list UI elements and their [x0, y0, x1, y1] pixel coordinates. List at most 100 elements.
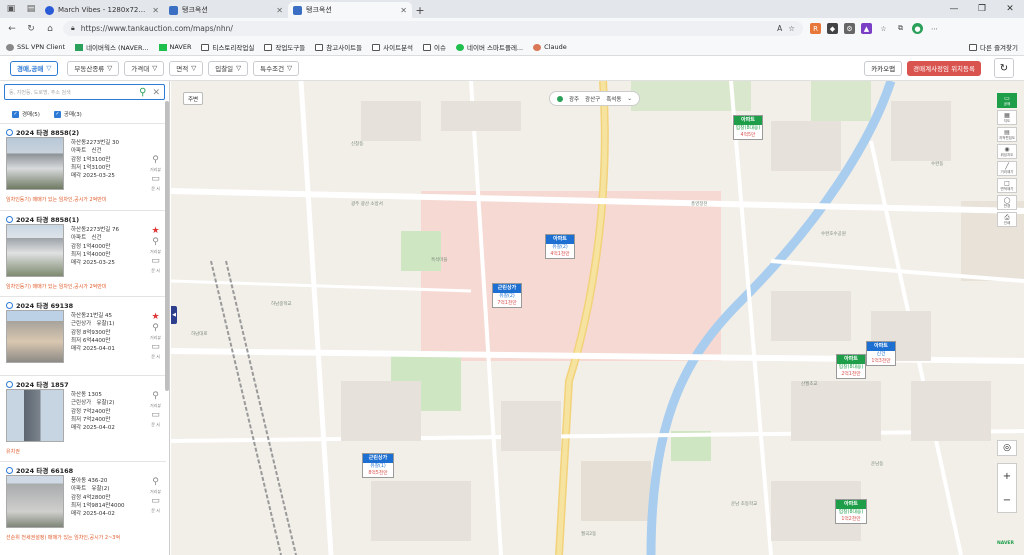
- extension-icon[interactable]: R: [810, 23, 821, 34]
- favorite-star-icon[interactable]: ★: [151, 313, 159, 322]
- listing-photo[interactable]: [6, 310, 64, 363]
- read-aloud-icon[interactable]: A: [777, 24, 782, 33]
- back-icon[interactable]: ←: [6, 23, 18, 35]
- listing-photo[interactable]: [6, 475, 64, 528]
- filter-special[interactable]: 특수조건 ▽: [253, 60, 300, 76]
- extension-icon[interactable]: ◆: [827, 23, 838, 34]
- location-breadcrumb[interactable]: 광주 광산구 흑석동 ⌄: [549, 91, 640, 106]
- map-marker[interactable]: 근린상가 유찰(2) 7억1천만: [492, 283, 522, 308]
- other-bookmarks[interactable]: 다른 즐겨찾기: [969, 42, 1018, 52]
- distance-tool[interactable]: ╱ 거리재기: [997, 161, 1017, 176]
- map-label: 운남동: [871, 462, 884, 467]
- filter-property-type[interactable]: 부동산종류 ▽: [67, 60, 120, 76]
- bookmark-item[interactable]: 네이버 스마트플레...: [456, 42, 523, 52]
- kakao-map-button[interactable]: 카카오맵: [864, 60, 903, 76]
- extension-icon[interactable]: ⚙: [844, 23, 855, 34]
- road: [171, 429, 1024, 443]
- map-canvas[interactable]: 광주 광산 소방서 흑석마을 운남 초등학교 산월초교 수완호수공원 풍영정천 …: [171, 81, 1024, 555]
- bookmark-folder[interactable]: 참고사이트들: [315, 42, 362, 52]
- listing-photo[interactable]: [6, 137, 64, 190]
- bookmark-folder[interactable]: 이슈: [423, 42, 446, 52]
- listing-item[interactable]: 2024 타경 8858(1) 하산동2273번길 76 아파트 신건 감정 1…: [0, 210, 166, 296]
- tab-actions-icon[interactable]: ▣: [4, 2, 18, 16]
- bookmark-folder[interactable]: 티스토리작업실: [201, 42, 254, 52]
- listing-sidebar: 동, 지번등, 도로명, 주소 검색 ⚲ ✕ ✓ 경매(5) ✓ 공매(3) 2024…: [0, 81, 170, 555]
- map-marker[interactable]: 아파트 유찰(2) 4억1천만: [545, 234, 575, 259]
- favorites-icon[interactable]: ☆: [878, 23, 889, 34]
- sidebar-scrollbar[interactable]: [165, 101, 169, 391]
- listing-item[interactable]: 2024 타경 8858(2) 하산동2273번길 30 아파트 신건 감정 1…: [0, 123, 166, 210]
- home-icon[interactable]: ⌂: [44, 23, 56, 35]
- street-view-icon[interactable]: ⚲: [152, 156, 159, 165]
- search-icon[interactable]: ⚲: [139, 87, 146, 98]
- filter-area[interactable]: 면적 ▽: [169, 60, 204, 76]
- close-window-icon[interactable]: ✕: [996, 4, 1024, 14]
- map-marker[interactable]: 아파트 입찰(8대응) 1억2천만: [835, 499, 867, 524]
- zoom-out-icon[interactable]: −: [1003, 495, 1011, 506]
- tab-close-icon[interactable]: ✕: [152, 6, 159, 15]
- document-icon[interactable]: ▭: [151, 343, 160, 352]
- street-view-icon[interactable]: ⚲: [152, 478, 159, 487]
- radius-tool[interactable]: ◯ 반경: [997, 195, 1017, 210]
- satellite-tool[interactable]: ◉ 위성지도: [997, 144, 1017, 159]
- url-field[interactable]: 🔒︎ https://www.tankauction.com/maps/nhn/…: [63, 21, 803, 36]
- filter-bid-date[interactable]: 입찰일 ▽: [208, 60, 249, 76]
- listing-photo[interactable]: [6, 224, 64, 277]
- street-view-icon[interactable]: ⚲: [152, 238, 159, 247]
- area-tool[interactable]: □ 면적재기: [997, 178, 1017, 193]
- zoom-in-icon[interactable]: +: [1003, 471, 1011, 482]
- vertical-tabs-icon[interactable]: ▤: [24, 2, 38, 16]
- tab-close-icon[interactable]: ✕: [276, 6, 283, 15]
- listing-item[interactable]: 2024 타경 66168 풍아동 436-20 아파트 유찰(2) 감정 4억…: [0, 461, 166, 555]
- listing-item[interactable]: 2024 타경 69138 하산동21번길 45 근린상가 유찰(1) 감정 8…: [0, 296, 166, 382]
- bookmark-folder[interactable]: 작업도구들: [264, 42, 305, 52]
- region-button[interactable]: 주변: [183, 92, 203, 105]
- map-marker[interactable]: 아파트 입찰(8대응) 4억5만: [733, 115, 763, 140]
- maximize-icon[interactable]: ❐: [968, 4, 996, 14]
- map-marker[interactable]: 아파트 입찰(8대응) 2억1천만: [836, 354, 866, 379]
- bookmark-item[interactable]: SSL VPN Client: [6, 43, 65, 51]
- profile-icon[interactable]: ●: [912, 23, 923, 34]
- collections-icon[interactable]: ⧉: [895, 23, 906, 34]
- minimize-icon[interactable]: —: [940, 4, 968, 14]
- document-icon[interactable]: ▭: [151, 175, 160, 184]
- filter-auction-type[interactable]: 경매,공매 ▽: [10, 60, 59, 76]
- map-label: 하남중학교: [271, 302, 292, 307]
- document-icon[interactable]: ▭: [151, 497, 160, 506]
- tab-close-icon[interactable]: ✕: [400, 6, 407, 15]
- public-sale-tool[interactable]: ▭ 공매: [997, 93, 1017, 108]
- cadastral-tool[interactable]: ▤ 지적편집도: [997, 127, 1017, 142]
- browser-tab[interactable]: 탱크옥션 ✕: [164, 2, 288, 18]
- browser-tab[interactable]: March Vibes - 1280x720 px - Co ✕: [40, 2, 164, 18]
- bookmark-item[interactable]: NAVER: [158, 43, 191, 51]
- street-view-icon[interactable]: ⚲: [152, 324, 159, 333]
- my-location-icon[interactable]: ◎: [997, 440, 1017, 456]
- search-input[interactable]: 동, 지번등, 도로명, 주소 검색 ⚲ ✕: [4, 84, 165, 100]
- document-icon[interactable]: ▭: [151, 411, 160, 420]
- register-location-button[interactable]: 경매계사정임 위치등록: [907, 60, 981, 76]
- bookmark-item[interactable]: Claude: [533, 43, 567, 51]
- document-icon[interactable]: ▭: [151, 257, 160, 266]
- browser-tab-active[interactable]: 탱크옥션 ✕: [288, 2, 412, 18]
- more-icon[interactable]: ⋯: [929, 23, 940, 34]
- favorite-star-icon[interactable]: ★: [151, 227, 159, 236]
- clear-icon[interactable]: ✕: [152, 88, 160, 98]
- map-marker[interactable]: 아파트 신건 1억3천만: [866, 341, 896, 366]
- print-tool[interactable]: ⎙ 인쇄: [997, 212, 1017, 227]
- bookmark-item[interactable]: 네이버웍스 (NAVER...: [75, 42, 149, 52]
- new-tab-button[interactable]: +: [412, 2, 428, 18]
- street-view-icon[interactable]: ⚲: [152, 392, 159, 401]
- bookmark-folder[interactable]: 사이트분석: [372, 42, 413, 52]
- listing-item[interactable]: 2024 타경 1857 하산동 1305 근린상가 유찰(2) 감정 7억24…: [0, 375, 166, 461]
- refresh-icon[interactable]: ↻: [994, 58, 1014, 78]
- extension-icon[interactable]: ▲: [861, 23, 872, 34]
- filter-price[interactable]: 가격대 ▽: [124, 60, 165, 76]
- listing-photo[interactable]: [6, 389, 64, 442]
- map-type-tool[interactable]: ▦ 지도: [997, 110, 1017, 125]
- reload-icon[interactable]: ↻: [25, 23, 37, 35]
- sidebar-collapse-toggle[interactable]: ◀: [171, 306, 177, 324]
- checkbox-public-sale[interactable]: ✓ 공매(3): [53, 110, 82, 118]
- map-marker[interactable]: 근린상가 유찰(1) 8억5천만: [362, 453, 394, 478]
- checkbox-auction[interactable]: ✓ 경매(5): [12, 110, 40, 118]
- favorite-star-icon[interactable]: ☆: [788, 24, 795, 33]
